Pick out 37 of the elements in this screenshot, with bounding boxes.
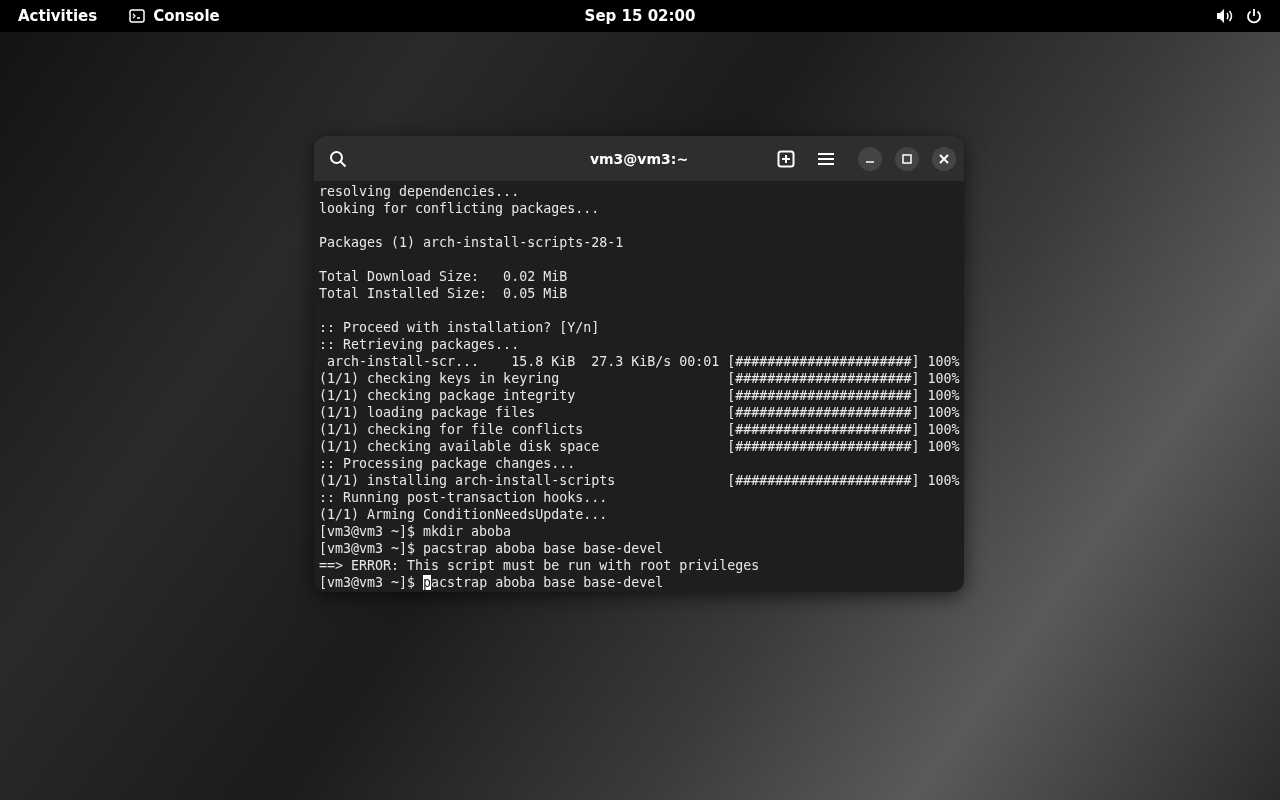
terminal-icon	[129, 9, 146, 23]
plus-box-icon	[777, 149, 795, 168]
output-line: (1/1) checking keys in keyring [######################] 100%	[319, 370, 959, 387]
output-line: :: Proceed with installation? [Y/n]	[319, 319, 601, 336]
activities-button[interactable]: Activities	[6, 3, 110, 29]
output-line: :: Running post-transaction hooks...	[319, 489, 609, 506]
close-button[interactable]	[932, 146, 956, 171]
output-line: Packages (1) arch-install-scripts-28-1	[319, 234, 625, 251]
power-icon[interactable]	[1246, 8, 1262, 24]
output-line: resolving dependencies...	[319, 183, 521, 200]
maximize-icon	[902, 153, 912, 164]
clock-button[interactable]: Sep 15 02:00	[572, 3, 708, 29]
output-line: ==> ERROR: This script must be run with root privileges	[319, 557, 761, 574]
output-line: (1/1) Arming ConditionNeedsUpdate...	[319, 506, 609, 523]
output-line: Total Download Size: 0.02 MiB	[319, 268, 569, 285]
close-icon	[939, 153, 949, 164]
output-line: looking for conflicting packages...	[319, 200, 601, 217]
output-line: [vm3@vm3 ~]$ mkdir aboba	[319, 523, 513, 540]
minimize-button[interactable]	[858, 146, 882, 171]
volume-icon[interactable]	[1216, 8, 1234, 24]
menu-icon	[818, 151, 834, 166]
output-line: :: Processing package changes...	[319, 455, 577, 472]
output-line: (1/1) checking package integrity [######################] 100%	[319, 387, 959, 404]
output-line: Total Installed Size: 0.05 MiB	[319, 285, 569, 302]
app-menu-button[interactable]: Console	[117, 3, 232, 29]
output-line: :: Retrieving packages...	[319, 336, 521, 353]
output-line: (1/1) checking for file conflicts [######################] 100%	[319, 421, 959, 438]
output-line: [vm3@vm3 ~]$ pacstrap aboba base base-devel	[319, 540, 665, 557]
output-line: (1/1) loading package files [######################] 100%	[319, 404, 959, 421]
output-line: arch-install-scr... 15.8 KiB 27.3 KiB/s 00:01 [######################] 100%	[326, 353, 959, 370]
command-line[interactable]: [vm3@vm3 ~]$ pacstrap aboba base base-devel	[319, 574, 959, 591]
output-line: (1/1) checking available disk space [######################] 100%	[319, 438, 959, 455]
minimize-icon	[866, 160, 874, 163]
window-title: vm3@vm3:~	[589, 150, 689, 167]
maximize-button[interactable]	[895, 146, 919, 171]
output-line: (1/1) installing arch-install-scripts [######################] 100%	[319, 472, 959, 489]
search-icon	[329, 149, 347, 168]
